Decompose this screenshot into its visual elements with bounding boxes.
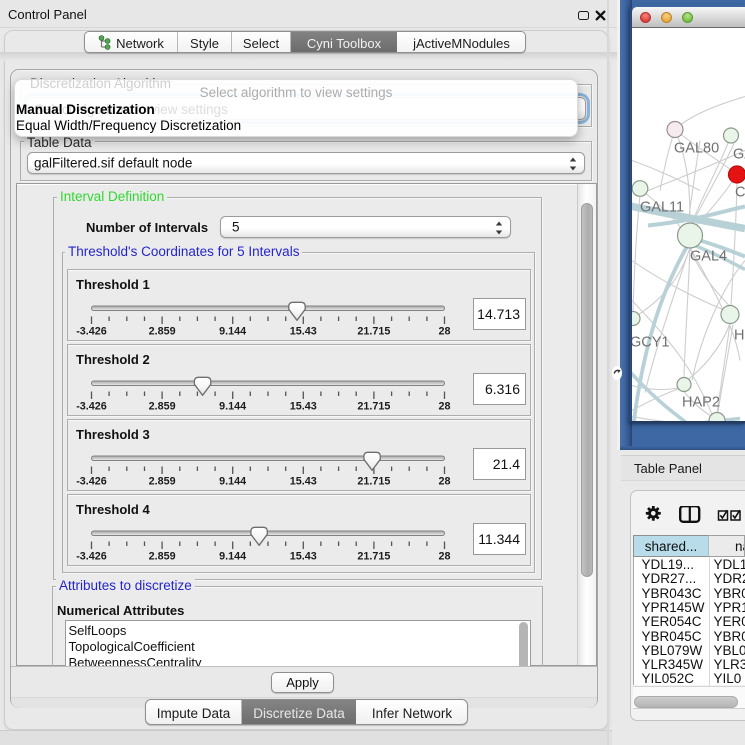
svg-text:-3.426: -3.426 xyxy=(76,326,107,338)
svg-text:28: 28 xyxy=(438,401,450,413)
svg-text:28: 28 xyxy=(438,476,450,488)
svg-text:15.43: 15.43 xyxy=(290,551,317,563)
svg-text:21.715: 21.715 xyxy=(357,551,390,563)
svg-text:9.144: 9.144 xyxy=(219,401,246,413)
svg-text:HAP2: HAP2 xyxy=(682,394,720,410)
svg-text:GAL4: GAL4 xyxy=(690,248,727,264)
svg-text:15.43: 15.43 xyxy=(290,326,317,338)
svg-text:28: 28 xyxy=(438,326,450,338)
svg-text:2.859: 2.859 xyxy=(149,476,176,488)
svg-text:-3.426: -3.426 xyxy=(76,476,107,488)
svg-text:2.859: 2.859 xyxy=(149,551,176,563)
svg-text:GAL11: GAL11 xyxy=(640,199,684,215)
svg-text:GA: GA xyxy=(733,146,745,162)
svg-text:GAL80: GAL80 xyxy=(674,140,719,156)
svg-text:9.144: 9.144 xyxy=(219,326,246,338)
svg-text:21.715: 21.715 xyxy=(357,476,390,488)
svg-text:21.715: 21.715 xyxy=(357,401,390,413)
svg-text:9.144: 9.144 xyxy=(219,476,246,488)
svg-text:H: H xyxy=(734,327,744,343)
svg-text:15.43: 15.43 xyxy=(290,401,317,413)
svg-text:-3.426: -3.426 xyxy=(76,401,107,413)
svg-text:-3.426: -3.426 xyxy=(76,551,107,563)
svg-text:C: C xyxy=(735,184,745,200)
svg-text:28: 28 xyxy=(438,551,450,563)
svg-text:2.859: 2.859 xyxy=(149,401,176,413)
svg-text:15.43: 15.43 xyxy=(290,476,317,488)
svg-text:2.859: 2.859 xyxy=(149,326,176,338)
svg-text:9.144: 9.144 xyxy=(219,551,246,563)
svg-text:GCY1: GCY1 xyxy=(632,334,670,350)
svg-text:21.715: 21.715 xyxy=(357,326,390,338)
